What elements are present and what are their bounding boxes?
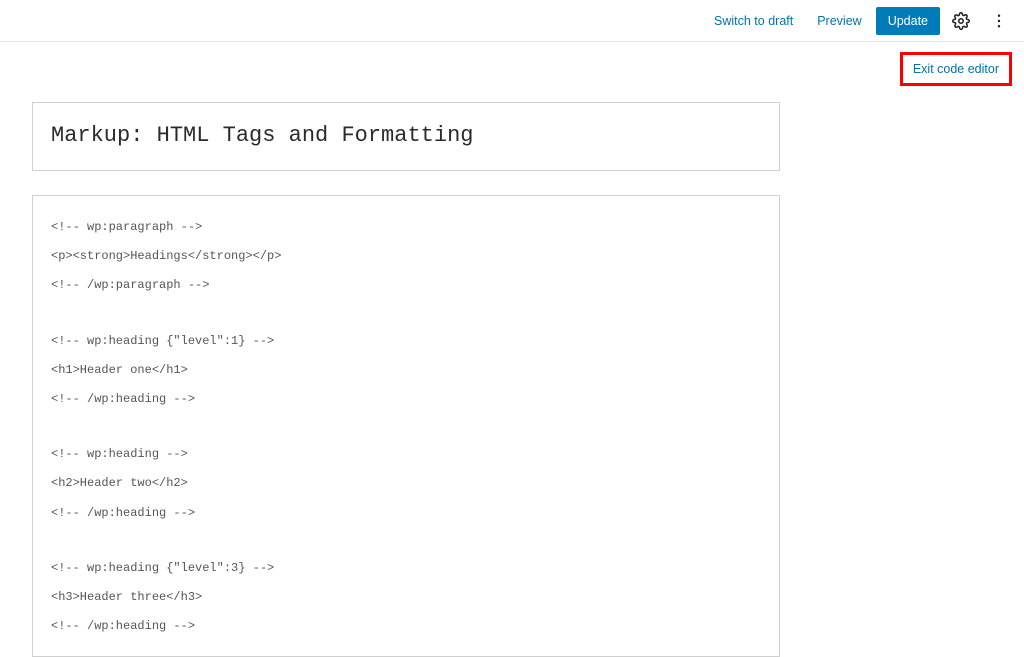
code-line: <h3>Header three</h3> — [51, 588, 761, 607]
code-line: <!-- wp:heading --> — [51, 445, 761, 464]
code-blank-line — [51, 419, 761, 445]
preview-button[interactable]: Preview — [807, 8, 871, 34]
kebab-icon — [990, 12, 1008, 30]
exit-row: Exit code editor — [0, 42, 1024, 92]
gear-icon — [952, 12, 970, 30]
code-blank-line — [51, 533, 761, 559]
more-options-button[interactable] — [982, 4, 1016, 38]
code-line: <!-- wp:heading {"level":1} --> — [51, 332, 761, 351]
editor-topbar: Switch to draft Preview Update — [0, 0, 1024, 42]
code-line: <h1>Header one</h1> — [51, 361, 761, 380]
post-title: Markup: HTML Tags and Formatting — [51, 123, 761, 148]
code-line: <p><strong>Headings</strong></p> — [51, 247, 761, 266]
code-blank-line — [51, 306, 761, 332]
code-line: <h2>Header two</h2> — [51, 474, 761, 493]
settings-button[interactable] — [944, 4, 978, 38]
code-line: <!-- /wp:heading --> — [51, 390, 761, 409]
code-line: <!-- wp:paragraph --> — [51, 218, 761, 237]
exit-code-editor-button[interactable]: Exit code editor — [900, 52, 1012, 86]
code-line: <!-- wp:heading {"level":3} --> — [51, 559, 761, 578]
code-line: <!-- /wp:paragraph --> — [51, 276, 761, 295]
switch-to-draft-button[interactable]: Switch to draft — [704, 8, 803, 34]
code-line: <!-- /wp:heading --> — [51, 504, 761, 523]
update-button[interactable]: Update — [876, 7, 940, 35]
code-editor-textarea[interactable]: <!-- wp:paragraph --> <p><strong>Headings… — [32, 195, 780, 657]
post-title-box[interactable]: Markup: HTML Tags and Formatting — [32, 102, 780, 171]
editor-area: Markup: HTML Tags and Formatting <!-- wp… — [0, 92, 780, 657]
code-line: <!-- /wp:heading --> — [51, 617, 761, 636]
